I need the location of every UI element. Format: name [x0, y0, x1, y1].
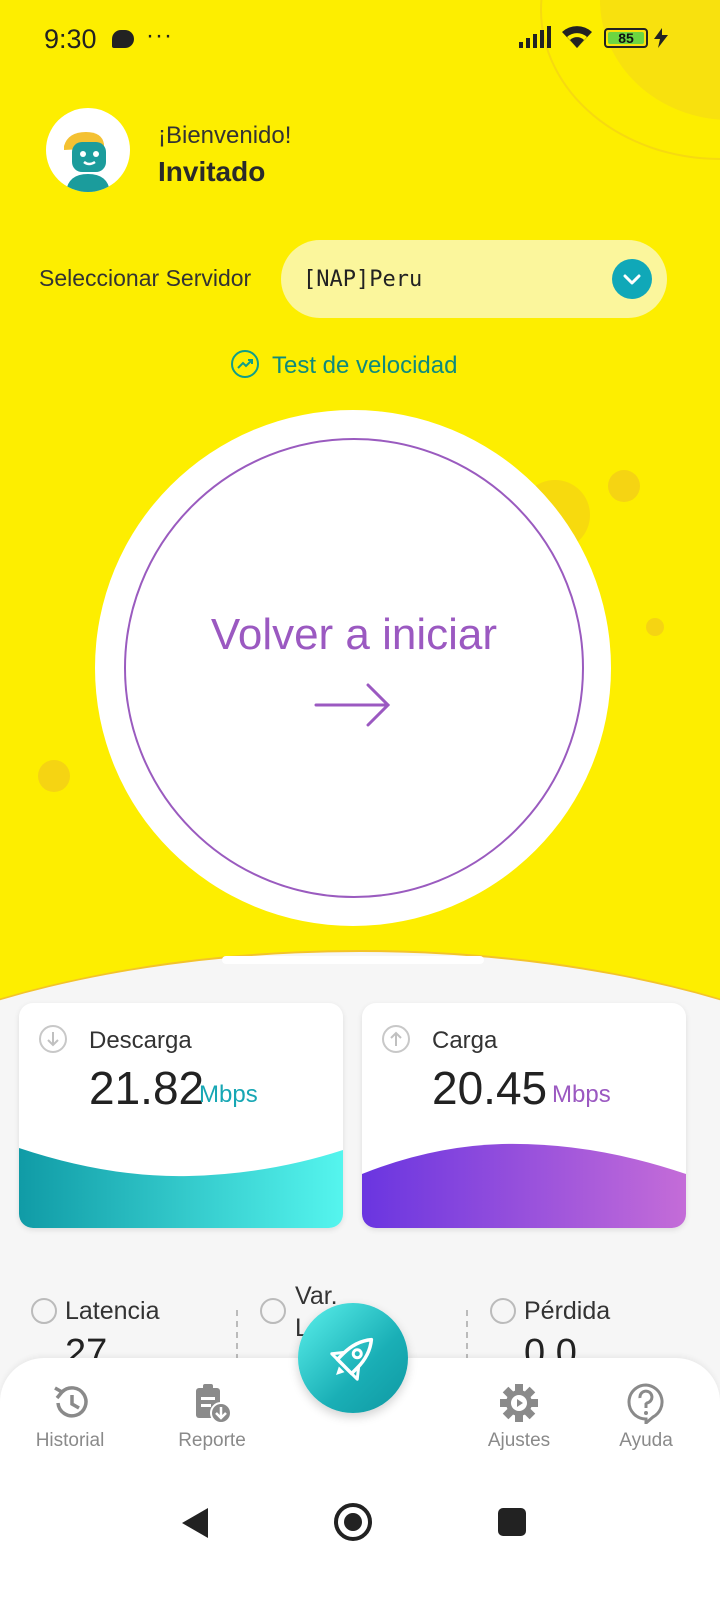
help-icon	[627, 1383, 664, 1424]
user-name: Invitado	[158, 156, 266, 187]
upload-wave	[362, 1143, 686, 1228]
divider	[236, 1310, 238, 1360]
more-notifications-icon: ···	[146, 22, 173, 49]
packet-loss-icon	[490, 1298, 516, 1324]
trend-icon	[231, 350, 259, 378]
arrow-right-icon	[314, 683, 391, 727]
restart-label: Volver a iniciar	[210, 610, 498, 659]
chevron-down-icon[interactable]	[612, 259, 652, 299]
download-wave	[19, 1148, 343, 1228]
upload-value: 20.45	[432, 1062, 548, 1114]
upload-icon	[382, 1025, 410, 1053]
signal-icon	[519, 26, 551, 48]
back-icon[interactable]	[180, 1506, 210, 1540]
download-value: 21.82	[89, 1062, 205, 1114]
welcome-text: ¡Bienvenido!	[158, 122, 292, 149]
restart-button[interactable]	[124, 438, 584, 898]
status-time: 9:30	[44, 24, 97, 54]
system-navigation-bar	[0, 1480, 720, 1600]
nav-ayuda[interactable]: Ayuda	[586, 1380, 706, 1460]
server-label: Seleccionar Servidor	[39, 265, 252, 291]
upload-title: Carga	[432, 1027, 498, 1054]
speed-test-label: Test de velocidad	[272, 352, 458, 379]
page-indicator	[222, 956, 484, 964]
server-value: [NAP]Peru	[303, 267, 423, 292]
home-icon[interactable]	[333, 1502, 373, 1542]
download-card: Descarga 21.82 Mbps	[19, 1003, 343, 1228]
download-title: Descarga	[89, 1027, 192, 1054]
nav-ayuda-label: Ayuda	[619, 1430, 673, 1451]
recents-icon[interactable]	[496, 1506, 528, 1538]
decor-dot	[38, 760, 70, 792]
nav-reporte-label: Reporte	[178, 1430, 246, 1451]
latency-label: Latencia	[65, 1297, 160, 1325]
decor-dot	[608, 470, 640, 502]
battery-icon: 85	[604, 28, 648, 48]
nav-historial[interactable]: Historial	[10, 1380, 130, 1460]
avatar[interactable]	[46, 108, 130, 192]
start-test-button[interactable]	[298, 1303, 408, 1413]
download-icon	[39, 1025, 67, 1053]
nav-historial-label: Historial	[35, 1430, 105, 1451]
download-unit: Mbps	[199, 1081, 258, 1108]
charging-icon	[654, 28, 668, 48]
nav-reporte[interactable]: Reporte	[152, 1380, 272, 1460]
jitter-icon	[260, 1298, 286, 1324]
battery-level: 85	[618, 30, 634, 46]
decor-dot	[646, 618, 664, 636]
wifi-icon	[562, 26, 592, 48]
status-bar: 9:30 ··· 85	[0, 0, 720, 80]
upload-unit: Mbps	[552, 1081, 611, 1108]
gear-icon	[500, 1384, 538, 1422]
divider	[466, 1310, 468, 1360]
nav-ajustes-label: Ajustes	[487, 1430, 551, 1451]
nav-ajustes[interactable]: Ajustes	[459, 1380, 579, 1460]
upload-card: Carga 20.45 Mbps	[362, 1003, 686, 1228]
packet-loss-label: Pérdida	[524, 1297, 611, 1325]
rocket-icon	[330, 1337, 374, 1381]
latency-icon	[31, 1298, 57, 1324]
server-dropdown[interactable]: [NAP]Peru	[281, 240, 667, 318]
report-icon	[196, 1384, 232, 1424]
robot-avatar-icon	[64, 132, 110, 192]
message-notification-icon	[112, 30, 134, 48]
history-icon	[54, 1386, 88, 1418]
